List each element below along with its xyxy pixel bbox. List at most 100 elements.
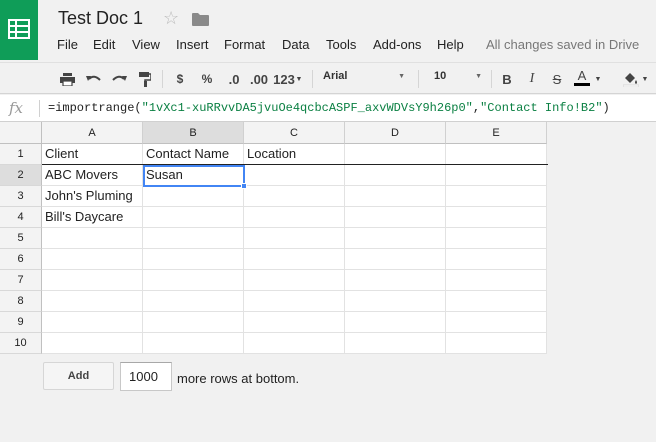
italic-button[interactable]: I xyxy=(525,69,539,89)
add-rows-button[interactable]: Add xyxy=(43,362,114,390)
fill-handle[interactable] xyxy=(241,183,247,189)
cell-c7[interactable] xyxy=(244,270,345,291)
cell-c4[interactable] xyxy=(244,207,345,228)
cell-d3[interactable] xyxy=(345,186,446,207)
more-formats-button[interactable]: 123 xyxy=(273,69,295,89)
cell-b4[interactable] xyxy=(143,207,244,228)
chevron-down-icon[interactable]: ▼ xyxy=(593,69,603,89)
row-header-9[interactable]: 9 xyxy=(0,312,42,333)
chevron-down-icon[interactable]: ▼ xyxy=(294,69,304,89)
cell-a4[interactable]: Bill's Daycare xyxy=(42,207,143,228)
formula-input[interactable]: =importrange("1vXc1-xuRRvvDA5jvuOe4qcbcA… xyxy=(48,101,610,115)
cell-d10[interactable] xyxy=(345,333,446,354)
row-header-6[interactable]: 6 xyxy=(0,249,42,270)
cell-c6[interactable] xyxy=(244,249,345,270)
cell-d1[interactable] xyxy=(345,144,446,165)
cell-e2[interactable] xyxy=(446,165,547,186)
cell-c2[interactable] xyxy=(244,165,345,186)
cell-e9[interactable] xyxy=(446,312,547,333)
currency-button[interactable]: $ xyxy=(172,69,188,89)
folder-icon[interactable] xyxy=(192,13,209,26)
bold-button[interactable]: B xyxy=(500,69,514,89)
rows-count-input[interactable] xyxy=(120,362,172,391)
select-all-corner[interactable] xyxy=(0,122,42,144)
menu-format[interactable]: Format xyxy=(224,37,265,52)
cell-a5[interactable] xyxy=(42,228,143,249)
cell-e1[interactable] xyxy=(446,144,547,165)
cell-b5[interactable] xyxy=(143,228,244,249)
cell-a1[interactable]: Client xyxy=(42,144,143,165)
menu-edit[interactable]: Edit xyxy=(93,37,115,52)
cell-d7[interactable] xyxy=(345,270,446,291)
print-icon[interactable] xyxy=(58,69,76,89)
fill-color-icon[interactable] xyxy=(622,69,640,89)
cell-d9[interactable] xyxy=(345,312,446,333)
cell-a2[interactable]: ABC Movers xyxy=(42,165,143,186)
menu-data[interactable]: Data xyxy=(282,37,309,52)
cell-e7[interactable] xyxy=(446,270,547,291)
percent-button[interactable]: % xyxy=(198,69,216,89)
cell-b7[interactable] xyxy=(143,270,244,291)
cell-b2[interactable]: Susan xyxy=(143,165,244,186)
cell-e5[interactable] xyxy=(446,228,547,249)
column-header-a[interactable]: A xyxy=(42,122,143,144)
cell-a9[interactable] xyxy=(42,312,143,333)
cell-a10[interactable] xyxy=(42,333,143,354)
cell-e4[interactable] xyxy=(446,207,547,228)
cell-b8[interactable] xyxy=(143,291,244,312)
paint-format-icon[interactable] xyxy=(136,69,154,89)
cell-c10[interactable] xyxy=(244,333,345,354)
cell-e8[interactable] xyxy=(446,291,547,312)
star-icon[interactable]: ☆ xyxy=(163,8,179,29)
cell-e10[interactable] xyxy=(446,333,547,354)
cell-d8[interactable] xyxy=(345,291,446,312)
decrease-decimals-button[interactable]: .0 xyxy=(223,69,245,89)
row-header-2[interactable]: 2 xyxy=(0,165,42,186)
menu-view[interactable]: View xyxy=(132,37,160,52)
row-header-10[interactable]: 10 xyxy=(0,333,42,354)
cell-e3[interactable] xyxy=(446,186,547,207)
menu-help[interactable]: Help xyxy=(437,37,464,52)
font-size-select[interactable]: 10 ▼ xyxy=(434,70,482,88)
row-header-5[interactable]: 5 xyxy=(0,228,42,249)
menu-file[interactable]: File xyxy=(57,37,78,52)
cell-b3[interactable] xyxy=(143,186,244,207)
cell-b9[interactable] xyxy=(143,312,244,333)
cell-b10[interactable] xyxy=(143,333,244,354)
row-header-3[interactable]: 3 xyxy=(0,186,42,207)
row-header-4[interactable]: 4 xyxy=(0,207,42,228)
column-header-c[interactable]: C xyxy=(244,122,345,144)
cell-c8[interactable] xyxy=(244,291,345,312)
text-color-button[interactable]: A xyxy=(574,69,590,89)
document-title[interactable]: Test Doc 1 xyxy=(58,8,143,29)
menu-tools[interactable]: Tools xyxy=(326,37,356,52)
column-header-b[interactable]: B xyxy=(143,122,244,144)
cell-a7[interactable] xyxy=(42,270,143,291)
strikethrough-button[interactable]: S xyxy=(550,69,564,89)
column-header-e[interactable]: E xyxy=(446,122,547,144)
cell-a8[interactable] xyxy=(42,291,143,312)
cell-a3[interactable]: John's Pluming xyxy=(42,186,143,207)
cell-c1[interactable]: Location xyxy=(244,144,345,165)
row-header-8[interactable]: 8 xyxy=(0,291,42,312)
cell-b1[interactable]: Contact Name xyxy=(143,144,244,165)
increase-decimals-button[interactable]: .00 xyxy=(248,69,270,89)
redo-icon[interactable] xyxy=(110,69,128,89)
cell-d2[interactable] xyxy=(345,165,446,186)
font-family-select[interactable]: Arial ▼ xyxy=(323,70,405,88)
row-header-1[interactable]: 1 xyxy=(0,144,42,165)
menu-insert[interactable]: Insert xyxy=(176,37,209,52)
column-header-d[interactable]: D xyxy=(345,122,446,144)
cell-a6[interactable] xyxy=(42,249,143,270)
undo-icon[interactable] xyxy=(84,69,102,89)
cell-d6[interactable] xyxy=(345,249,446,270)
cell-c3[interactable] xyxy=(244,186,345,207)
cell-c5[interactable] xyxy=(244,228,345,249)
chevron-down-icon[interactable]: ▼ xyxy=(640,69,650,89)
cell-c9[interactable] xyxy=(244,312,345,333)
cell-d4[interactable] xyxy=(345,207,446,228)
cell-d5[interactable] xyxy=(345,228,446,249)
cell-b6[interactable] xyxy=(143,249,244,270)
cell-e6[interactable] xyxy=(446,249,547,270)
row-header-7[interactable]: 7 xyxy=(0,270,42,291)
